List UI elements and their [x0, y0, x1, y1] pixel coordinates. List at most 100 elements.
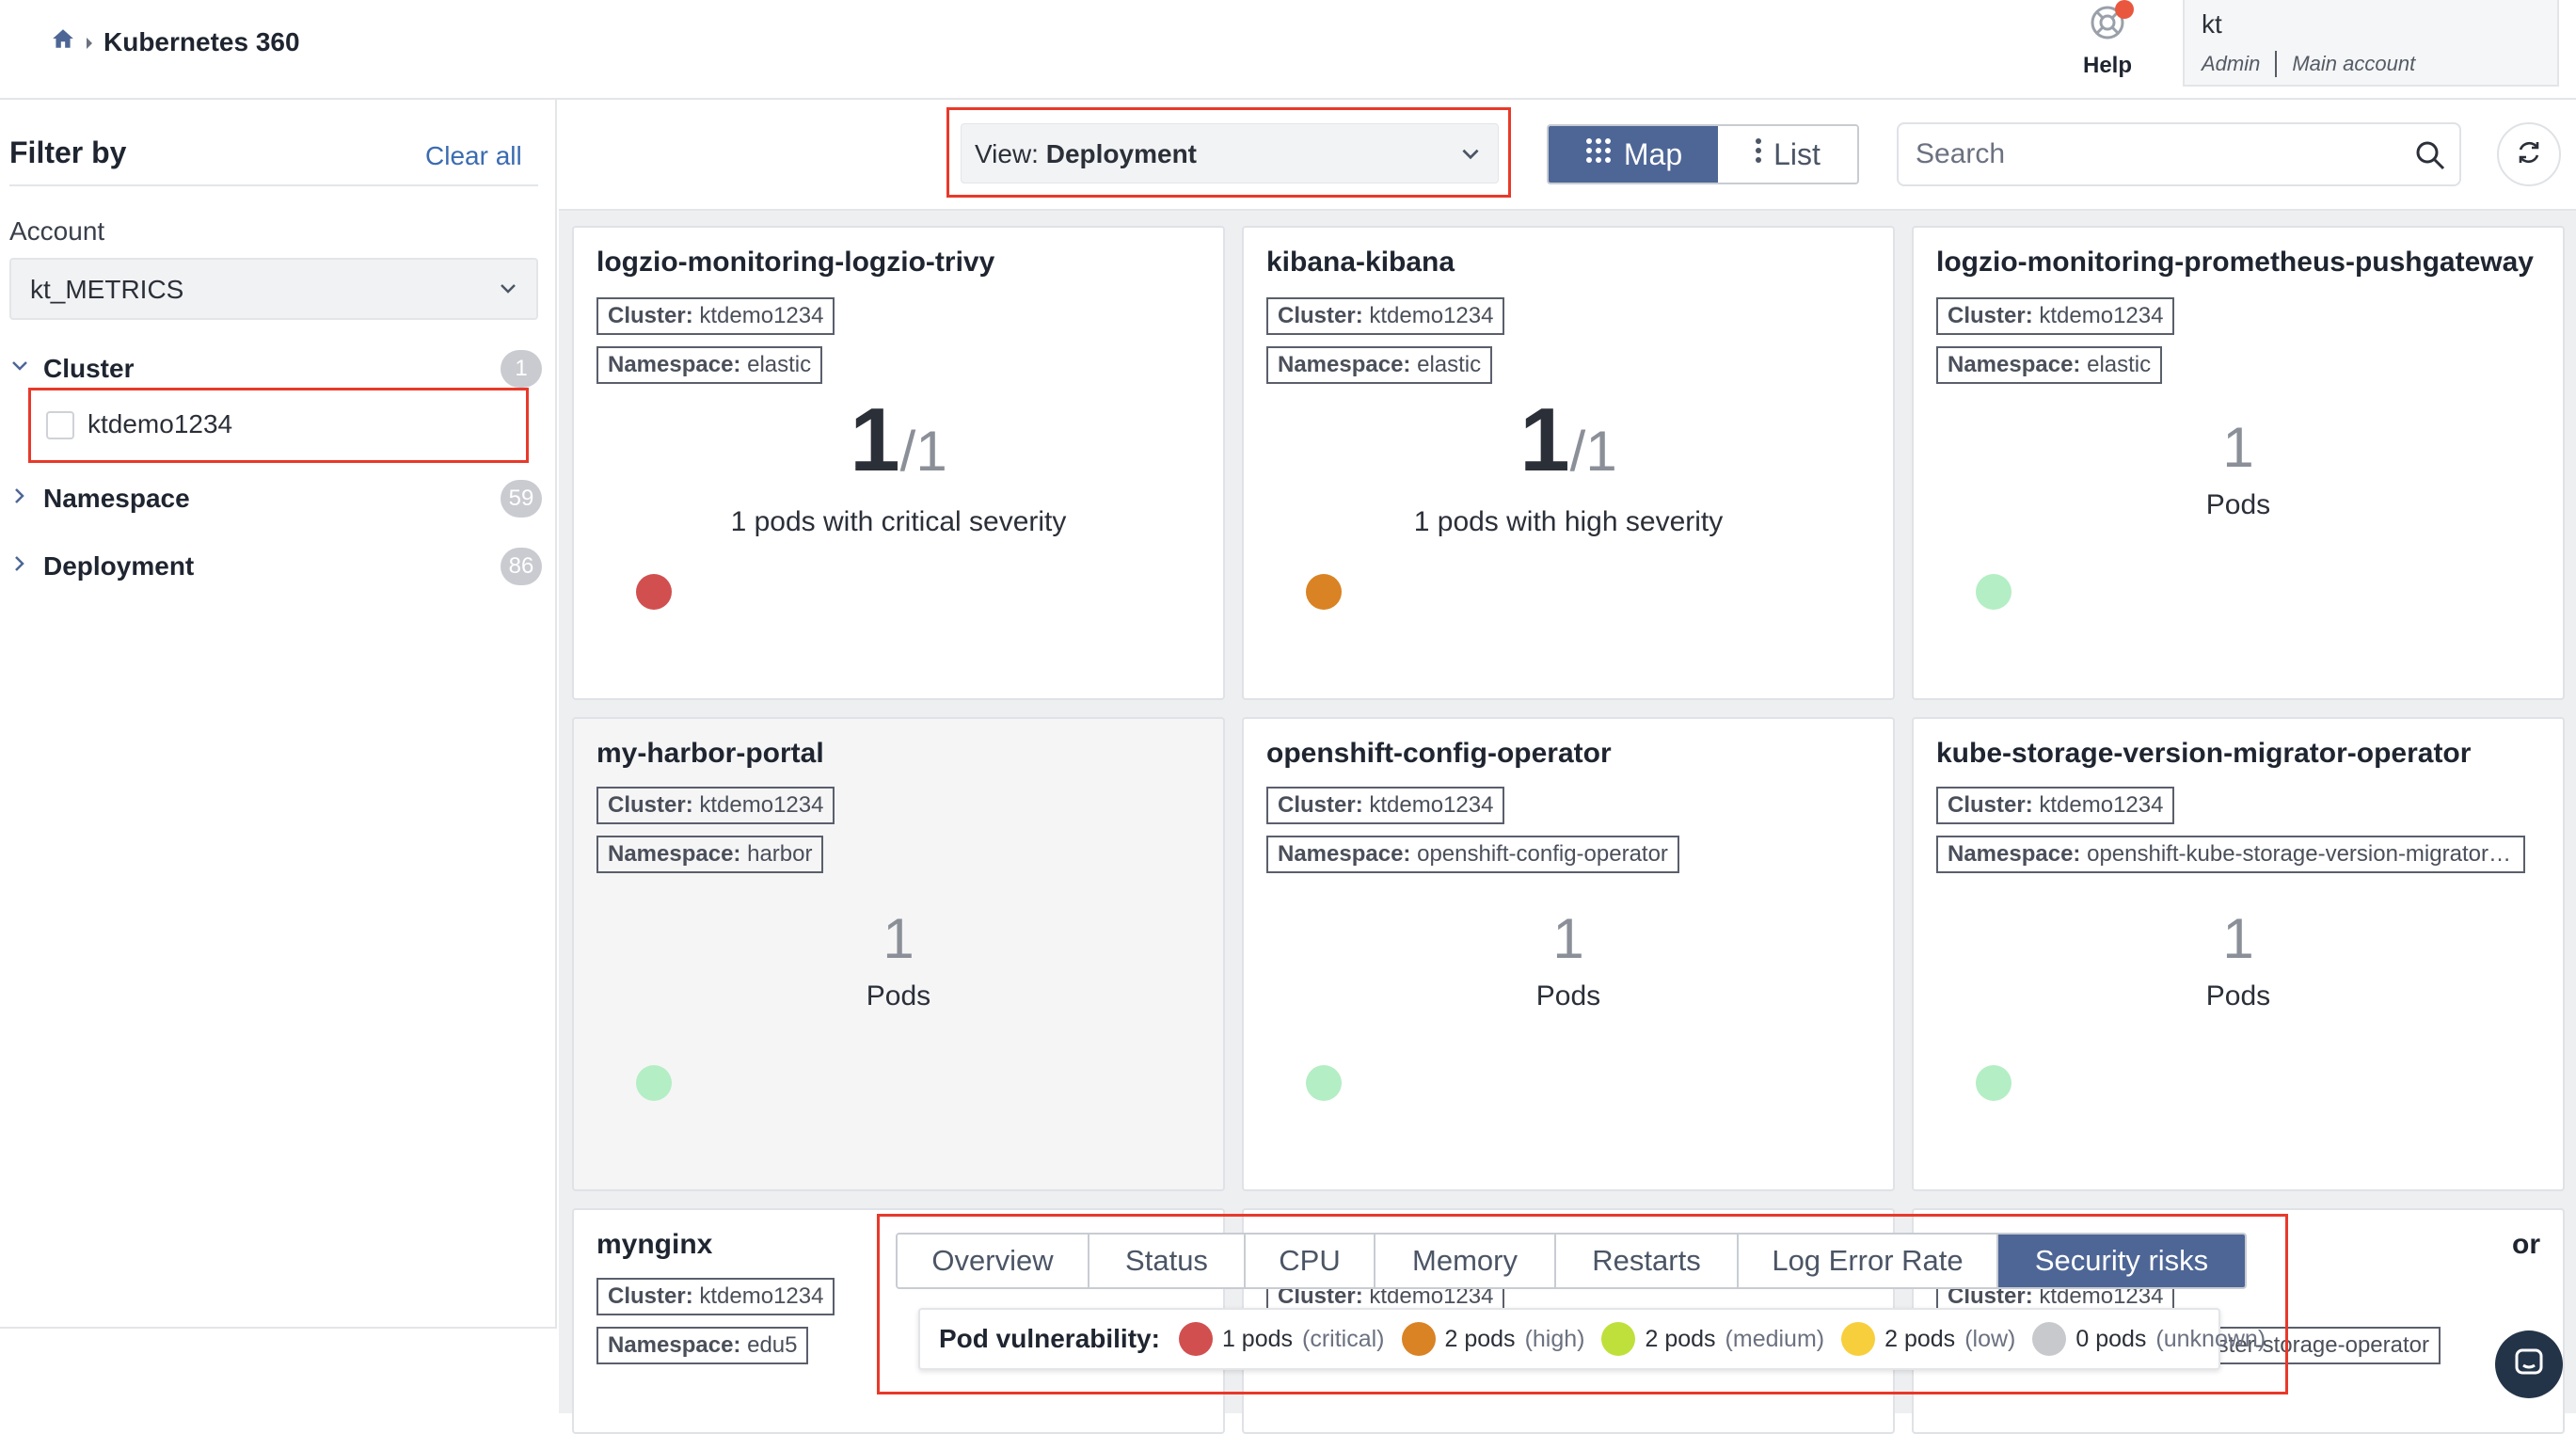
help-label: Help — [2082, 53, 2132, 78]
cluster-filter-label: ktdemo1234 — [87, 409, 233, 438]
user-role: Admin — [2202, 52, 2261, 75]
user-role-line: Admin Main account — [2202, 51, 2415, 77]
filter-group-namespace[interactable]: Namespace 59 — [9, 476, 542, 523]
count-badge: 86 — [501, 548, 542, 585]
pods-label: Pods — [866, 980, 931, 1012]
cluster-tag: Cluster: ktdemo1234 — [1936, 297, 2175, 335]
legend-item: 2 pods (medium) — [1601, 1322, 1824, 1356]
namespace-tag: Namespace: elastic — [1266, 346, 1493, 384]
filter-group-label: Cluster — [43, 354, 135, 383]
divider — [0, 1327, 557, 1329]
pods-label: Pods — [2205, 980, 2271, 1012]
grid-icon — [1584, 136, 1613, 172]
pods-count: 1 — [2222, 416, 2254, 479]
tab-log-error-rate[interactable]: Log Error Rate — [1739, 1235, 1998, 1287]
namespace-tag: Namespace: elastic — [596, 346, 823, 384]
help-button[interactable]: Help — [2074, 0, 2141, 94]
chevron-right-icon[interactable] — [9, 486, 30, 511]
list-view-label: List — [1773, 136, 1821, 171]
checkbox[interactable] — [46, 411, 74, 439]
user-account-menu[interactable]: kt Admin Main account — [2183, 0, 2559, 87]
vulnerable-pods-count: 1/1 — [850, 390, 947, 490]
filter-group-label: Deployment — [43, 551, 195, 581]
list-view-button[interactable]: List — [1718, 126, 1857, 183]
tab-overview[interactable]: Overview — [898, 1235, 1089, 1287]
tab-restarts[interactable]: Restarts — [1556, 1235, 1739, 1287]
caret-right-icon — [85, 27, 94, 57]
breadcrumb: Kubernetes 360 — [51, 26, 300, 57]
count-badge: 59 — [501, 480, 542, 518]
account-select[interactable]: kt_METRICS — [9, 258, 538, 320]
cluster-tag: Cluster: ktdemo1234 — [596, 787, 835, 824]
chat-button[interactable] — [2495, 1330, 2563, 1398]
legend-swatch — [1601, 1322, 1636, 1356]
home-icon[interactable] — [51, 26, 75, 57]
status-dot — [1976, 1065, 2012, 1101]
status-dot — [1306, 574, 1342, 610]
pods-count: 1 — [883, 907, 914, 970]
legend-swatch — [2032, 1322, 2067, 1356]
tab-status[interactable]: Status — [1089, 1235, 1246, 1287]
legend-item: 0 pods (unknown) — [2032, 1322, 2266, 1356]
legend-item: 1 pods (critical) — [1178, 1322, 1385, 1356]
cluster-tag: Cluster: ktdemo1234 — [596, 1278, 835, 1315]
divider — [2275, 51, 2278, 77]
deployment-card[interactable]: kube-storage-version-migrator-operator C… — [1912, 717, 2565, 1191]
chevron-down-icon[interactable] — [9, 356, 30, 381]
view-select-text: View: Deployment — [975, 139, 1197, 168]
namespace-tag: Namespace: harbor — [596, 836, 824, 873]
card-title: logzio-monitoring-prometheus-pushgateway — [1936, 247, 2534, 278]
namespace-tag: Namespace: elastic — [1936, 346, 2163, 384]
legend-swatch — [1178, 1322, 1213, 1356]
breadcrumb-current[interactable]: Kubernetes 360 — [103, 27, 300, 57]
filter-group-label: Namespace — [43, 484, 190, 513]
chevron-down-icon — [1458, 141, 1483, 170]
tab-cpu[interactable]: CPU — [1246, 1235, 1375, 1287]
deployment-card[interactable]: kibana-kibana Cluster: ktdemo1234 Namesp… — [1242, 226, 1895, 700]
tab-security-risks[interactable]: Security risks — [1998, 1235, 2245, 1287]
cluster-tag: Cluster: ktdemo1234 — [1266, 297, 1505, 335]
chat-icon — [2512, 1346, 2546, 1384]
severity-text: 1 pods with high severity — [1413, 506, 1724, 537]
search-icon[interactable] — [2414, 139, 2446, 176]
metric-tabs: Overview Status CPU Memory Restarts Log … — [896, 1233, 2247, 1289]
tab-memory[interactable]: Memory — [1375, 1235, 1556, 1287]
deployment-card[interactable]: logzio-monitoring-prometheus-pushgateway… — [1912, 226, 2565, 700]
card-title: kube-storage-version-migrator-operator — [1936, 738, 2472, 769]
status-dot — [1976, 574, 2012, 610]
view-select[interactable]: View: Deployment — [961, 123, 1499, 183]
view-select-value: Deployment — [1045, 139, 1197, 168]
map-view-button[interactable]: Map — [1549, 126, 1718, 183]
status-dot — [636, 1065, 672, 1101]
deployment-card[interactable]: my-harbor-portal Cluster: ktdemo1234 Nam… — [572, 717, 1225, 1191]
refresh-icon — [2515, 138, 2543, 171]
namespace-tag: Namespace: openshift-config-operator — [1266, 836, 1679, 873]
legend-title: Pod vulnerability: — [939, 1324, 1160, 1353]
refresh-button[interactable] — [2497, 122, 2561, 186]
account-select-value: kt_METRICS — [30, 275, 184, 304]
namespace-tag: Namespace: openshift-kube-storage-versio… — [1936, 836, 2525, 873]
user-account: Main account — [2292, 52, 2416, 75]
cluster-tag: Cluster: ktdemo1234 — [1936, 787, 2175, 824]
card-title: openshift-config-operator — [1266, 738, 1612, 769]
notification-dot — [2115, 0, 2134, 19]
pods-count: 1 — [1552, 907, 1584, 970]
deployment-card[interactable]: logzio-monitoring-logzio-trivy Cluster: … — [572, 226, 1225, 700]
legend-swatch — [1841, 1322, 1876, 1356]
clear-all-link[interactable]: Clear all — [425, 141, 522, 171]
deployment-card[interactable]: openshift-config-operator Cluster: ktdem… — [1242, 717, 1895, 1191]
filter-group-deployment[interactable]: Deployment 86 — [9, 544, 542, 591]
cluster-filter-item[interactable]: ktdemo1234 — [28, 388, 529, 463]
filter-title: Filter by — [9, 135, 127, 169]
pods-label: Pods — [1535, 980, 1601, 1012]
filter-group-cluster[interactable]: Cluster 1 — [9, 346, 542, 393]
cluster-tag: Cluster: ktdemo1234 — [1266, 787, 1505, 824]
status-dot — [1306, 1065, 1342, 1101]
legend-item: 2 pods (low) — [1841, 1322, 2015, 1356]
cluster-tag: Cluster: ktdemo1234 — [596, 297, 835, 335]
search-input[interactable] — [1914, 135, 2384, 173]
status-dot — [636, 574, 672, 610]
chevron-right-icon[interactable] — [9, 553, 30, 579]
top-header: Kubernetes 360 Help kt Admin Main accoun… — [0, 0, 2576, 100]
search-box — [1897, 122, 2461, 186]
